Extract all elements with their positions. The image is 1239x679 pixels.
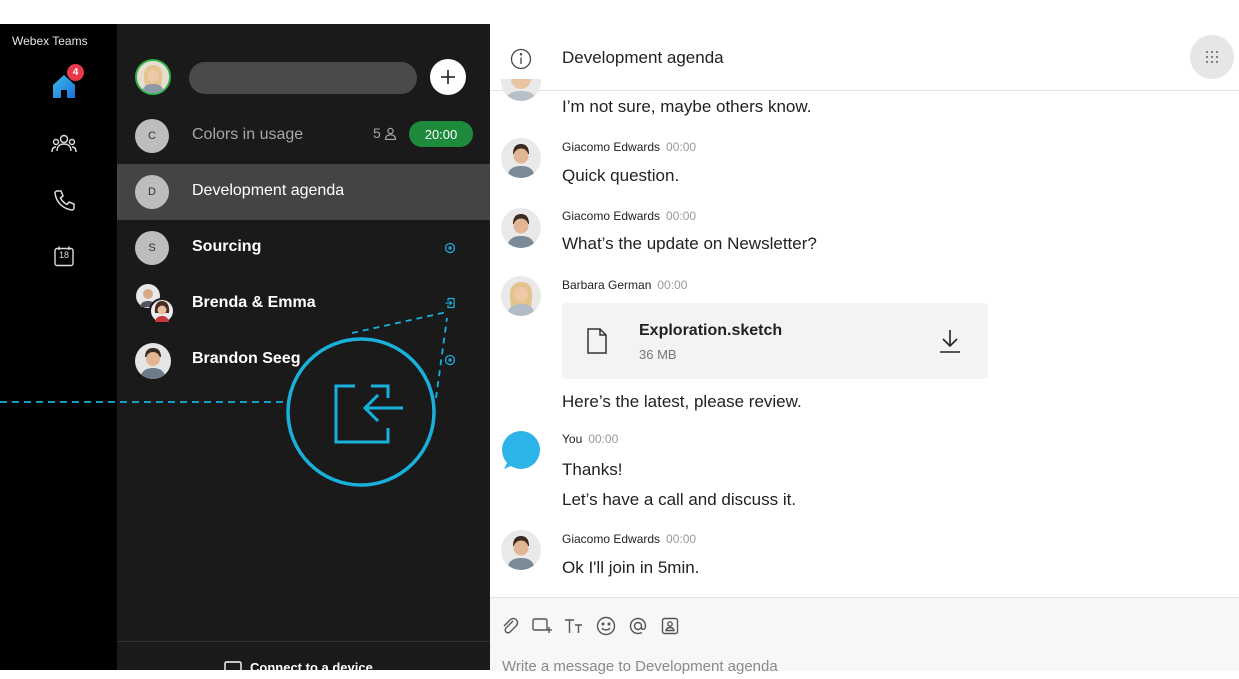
message-composer bbox=[490, 597, 1239, 679]
avatar bbox=[501, 138, 541, 178]
avatar bbox=[501, 276, 541, 316]
space-avatar: C bbox=[135, 119, 169, 153]
emoji-icon[interactable] bbox=[596, 616, 616, 636]
format-text-icon[interactable] bbox=[564, 616, 584, 636]
file-size: 36 MB bbox=[639, 347, 677, 362]
avatar-image bbox=[507, 282, 535, 316]
connect-device-label: Connect to a device bbox=[250, 660, 373, 675]
people-icon bbox=[51, 134, 77, 153]
file-icon bbox=[587, 328, 607, 354]
space-item-brandon[interactable]: Brandon Seeg bbox=[117, 332, 490, 388]
connect-device-button[interactable]: Connect to a device bbox=[224, 660, 373, 675]
sender-line: Giacomo Edwards 00:00 bbox=[562, 209, 696, 223]
sender-line: You 00:00 bbox=[562, 432, 618, 446]
sender-name: Barbara German bbox=[562, 278, 652, 292]
contact-card-icon[interactable] bbox=[660, 616, 680, 636]
file-attachment[interactable]: Exploration.sketch 36 MB bbox=[562, 303, 988, 379]
apps-button[interactable] bbox=[1190, 35, 1234, 79]
message-time: 00:00 bbox=[588, 432, 619, 446]
space-title: Brandon Seeg bbox=[192, 350, 301, 367]
message-time: 00:00 bbox=[657, 278, 688, 292]
space-title: Colors in usage bbox=[192, 126, 304, 143]
message-input[interactable] bbox=[500, 653, 1204, 679]
avatar bbox=[501, 530, 541, 570]
chat-bubble-icon bbox=[502, 431, 540, 469]
mention-icon[interactable] bbox=[628, 616, 648, 636]
plus-icon bbox=[441, 70, 455, 84]
my-avatar[interactable] bbox=[135, 59, 171, 95]
group-avatar-image bbox=[136, 284, 175, 324]
download-icon[interactable] bbox=[939, 329, 961, 353]
grid-icon bbox=[1205, 50, 1219, 64]
conversation-pane: Development agenda I’m not sure, maybe o… bbox=[490, 24, 1239, 679]
whiteboard-icon[interactable] bbox=[532, 616, 552, 636]
sender-line: Barbara German 00:00 bbox=[562, 278, 687, 292]
spaces-list: C Colors in usage 5 20:00 D Development … bbox=[117, 24, 490, 675]
avatar-image bbox=[140, 348, 166, 379]
meeting-join-icon bbox=[445, 297, 455, 309]
calls-nav-button[interactable] bbox=[40, 180, 88, 220]
search-row bbox=[117, 54, 490, 104]
composer-toolbar bbox=[500, 616, 680, 636]
sender-name: You bbox=[562, 432, 583, 446]
space-title: Brenda & Emma bbox=[192, 294, 316, 311]
message-text: Thanks! bbox=[562, 460, 623, 479]
avatar-image bbox=[507, 144, 535, 178]
sender-name: Giacomo Edwards bbox=[562, 209, 661, 223]
conversation-header: Development agenda bbox=[490, 24, 1239, 91]
mention-icon bbox=[444, 354, 456, 366]
space-item-colors-in-usage[interactable]: C Colors in usage 5 20:00 bbox=[117, 108, 490, 164]
message-text: Quick question. bbox=[562, 166, 680, 185]
my-message-avatar bbox=[501, 430, 541, 470]
avatar bbox=[501, 79, 541, 101]
info-icon[interactable] bbox=[510, 48, 532, 70]
avatar bbox=[135, 343, 171, 379]
sender-line: Giacomo Edwards 00:00 bbox=[562, 532, 696, 546]
avatar-image bbox=[507, 536, 535, 570]
phone-icon bbox=[54, 190, 75, 211]
space-avatar: S bbox=[135, 231, 169, 265]
avatar-image bbox=[507, 214, 535, 248]
calendar-day: 18 bbox=[58, 250, 69, 260]
message-text: Let’s have a call and discuss it. bbox=[562, 490, 797, 509]
avatar bbox=[501, 208, 541, 248]
message-text: What’s the update on Newsletter? bbox=[562, 234, 817, 253]
meeting-timer-badge[interactable]: 20:00 bbox=[409, 121, 473, 147]
conversation-title: Development agenda bbox=[562, 48, 724, 67]
person-icon bbox=[384, 127, 396, 140]
home-nav-button[interactable]: 4 bbox=[40, 64, 88, 106]
message-time: 00:00 bbox=[666, 140, 697, 154]
message-time: 00:00 bbox=[666, 209, 697, 223]
file-name: Exploration.sketch bbox=[639, 322, 783, 339]
space-avatar: D bbox=[135, 175, 169, 209]
app-name: Webex Teams bbox=[12, 34, 88, 48]
message-time: 00:00 bbox=[666, 532, 697, 546]
connect-device-bar[interactable]: Connect to a device bbox=[117, 641, 490, 675]
search-input[interactable] bbox=[189, 62, 417, 94]
avatar-image bbox=[505, 79, 537, 101]
member-count: 5 bbox=[373, 125, 397, 141]
teams-nav-button[interactable] bbox=[40, 124, 88, 164]
avatar-image bbox=[137, 61, 169, 93]
device-icon bbox=[224, 660, 242, 673]
sender-name: Giacomo Edwards bbox=[562, 140, 661, 154]
space-title: Sourcing bbox=[192, 238, 262, 255]
nav-rail: Webex Teams 4 18 bbox=[0, 24, 117, 670]
message-text: Ok I'll join in 5min. bbox=[562, 558, 700, 577]
message-text: I’m not sure, maybe others know. bbox=[562, 97, 812, 116]
home-badge: 4 bbox=[67, 64, 84, 81]
space-item-development-agenda[interactable]: D Development agenda bbox=[117, 164, 490, 220]
space-item-brenda-emma[interactable]: Brenda & Emma bbox=[117, 276, 490, 332]
space-item-sourcing[interactable]: S Sourcing bbox=[117, 220, 490, 276]
space-title: Development agenda bbox=[192, 182, 345, 199]
add-space-button[interactable] bbox=[430, 59, 466, 95]
member-count-value: 5 bbox=[373, 125, 381, 141]
sender-name: Giacomo Edwards bbox=[562, 532, 661, 546]
message-text: Here’s the latest, please review. bbox=[562, 392, 802, 411]
group-avatar bbox=[135, 283, 177, 325]
sender-line: Giacomo Edwards 00:00 bbox=[562, 140, 696, 154]
calendar-nav-button[interactable]: 18 bbox=[40, 236, 88, 276]
attach-icon[interactable] bbox=[500, 616, 520, 636]
mention-icon bbox=[444, 242, 456, 254]
